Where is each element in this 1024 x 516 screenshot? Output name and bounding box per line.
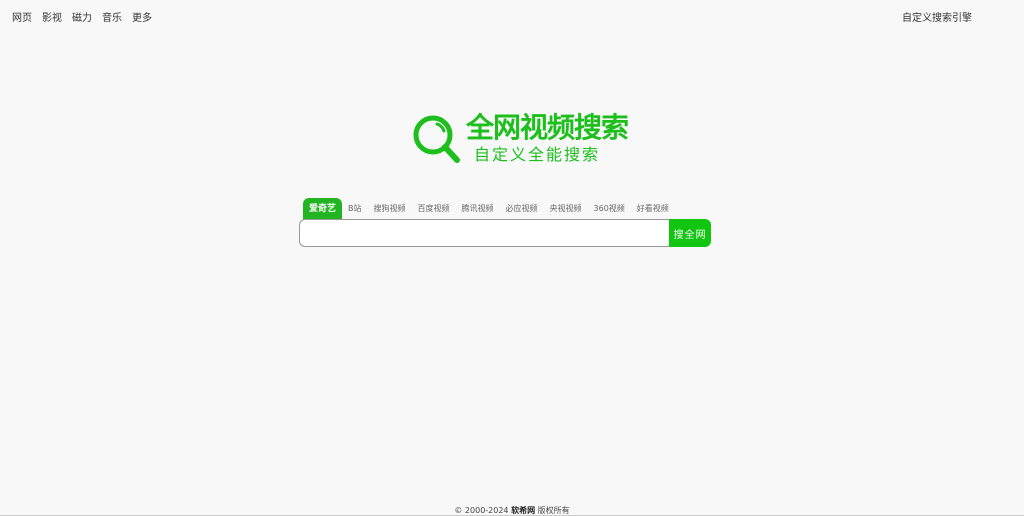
site-name[interactable]: 软希网 [511,506,535,515]
search-magnifier-icon [413,115,460,163]
nav-item-web[interactable]: 网页 [12,12,32,26]
tab-iqiyi[interactable]: 爱奇艺 [303,198,343,220]
tab-sogou-video[interactable]: 搜狗视频 [368,198,412,220]
tab-bilibili[interactable]: B站 [342,198,368,220]
tab-tencent-video[interactable]: 腾讯视频 [456,198,500,220]
rights-text: 版权所有 [537,506,570,515]
nav-item-video[interactable]: 影视 [42,12,62,26]
search-bar: 搜全网 [299,219,711,247]
tab-cctv-video[interactable]: 央视视频 [544,198,588,220]
tab-360-video[interactable]: 360视频 [588,198,631,220]
tab-haokan-video[interactable]: 好看视频 [631,198,675,220]
top-nav: 网页 影视 磁力 音乐 更多 [12,12,152,26]
engine-tabs: 爱奇艺 B站 搜狗视频 百度视频 腾讯视频 必应视频 央视视频 360视频 好看… [303,198,675,220]
copyright-text: © 2000-2024 [454,506,509,515]
nav-item-music[interactable]: 音乐 [102,12,122,26]
logo-subtitle: 自定义全能搜索 [474,145,601,164]
nav-item-magnet[interactable]: 磁力 [72,12,92,26]
search-all-button[interactable]: 搜全网 [669,219,711,247]
logo-title: 全网视频搜索 [466,111,629,144]
tab-bing-video[interactable]: 必应视频 [500,198,544,220]
page: 网页 影视 磁力 音乐 更多 自定义搜索引擎 全网视频搜索 自定义全能搜索 爱奇… [0,0,1024,516]
nav-item-more[interactable]: 更多 [132,12,152,26]
search-input[interactable] [299,219,669,247]
custom-engine-link[interactable]: 自定义搜索引擎 [902,12,972,26]
logo: 全网视频搜索 自定义全能搜索 [412,110,629,166]
tab-baidu-video[interactable]: 百度视频 [412,198,456,220]
